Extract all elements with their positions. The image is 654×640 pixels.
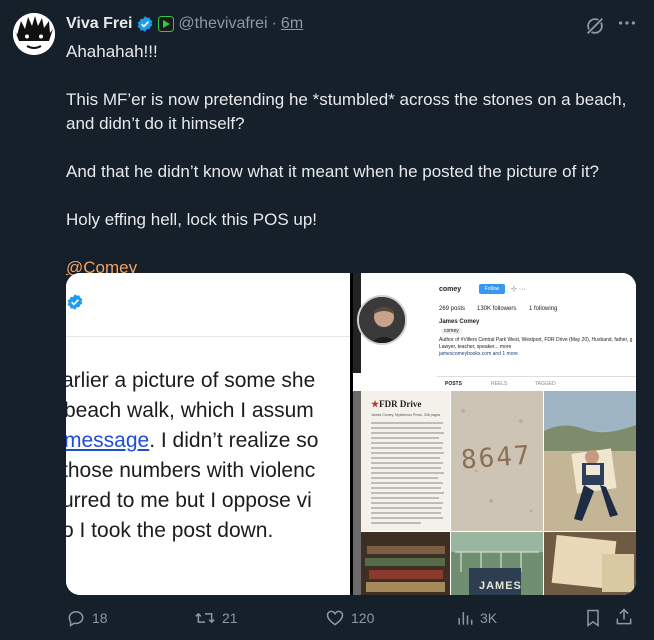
tweet-paragraph: Ahahahah!!! xyxy=(66,42,158,61)
timestamp[interactable]: 6m xyxy=(281,15,303,33)
instagram-bio: Lawyer, teacher, speaker... more xyxy=(439,344,512,350)
statement-line: message. I didn’t realize so xyxy=(66,429,319,452)
instagram-link: jamescomeybooks.com and 1 more xyxy=(439,351,518,357)
views-icon xyxy=(458,612,473,625)
instagram-following-count: 1 following xyxy=(529,306,558,312)
reply-count: 18 xyxy=(92,610,108,626)
share-icon xyxy=(616,608,632,625)
instagram-followers-count: 130K followers xyxy=(477,306,517,312)
photo-tile-sand-shells: 8647 xyxy=(451,391,543,531)
instagram-more: ⊹ ··· xyxy=(511,286,526,293)
divider xyxy=(437,376,636,377)
statement-link: message xyxy=(66,429,150,452)
tweet-media[interactable]: arlier a picture of some she beach walk,… xyxy=(66,273,636,595)
instagram-tab-posts: POSTS xyxy=(445,381,462,387)
instagram-follow-button: Follow xyxy=(479,284,505,294)
book-subtitle: James Comey, Mysterious Press, 336 pages xyxy=(371,413,441,417)
bookmark-button[interactable] xyxy=(584,608,602,633)
reply-icon xyxy=(68,610,84,627)
author-name[interactable]: Viva Frei xyxy=(66,15,132,33)
instagram-full-name: James Comey xyxy=(439,319,480,325)
like-action[interactable]: 120 xyxy=(325,608,374,628)
separator-dot: · xyxy=(271,15,277,32)
tweet-paragraph: This MF’er is now pretending he *stumble… xyxy=(66,90,627,133)
tweet-card: Viva Frei @thevivafrei · 6m Ahahahah!!! … xyxy=(0,0,654,640)
book-title: ★FDR Drive xyxy=(371,399,422,409)
sand-shell-numbers: 8647 xyxy=(460,440,533,476)
instagram-username: comey xyxy=(439,286,462,293)
instagram-tab-reels: REELS xyxy=(491,381,508,387)
author-handle[interactable]: @thevivafrei xyxy=(178,15,267,33)
heart-icon xyxy=(326,610,344,626)
statement-line: beach walk, which I assum xyxy=(66,399,314,422)
instagram-posts-count: 269 posts xyxy=(439,306,466,312)
instagram-threads-tag: comey xyxy=(441,328,462,334)
photo-tile xyxy=(353,391,361,595)
tweet-paragraph: Holy effing hell, lock this POS up! xyxy=(66,210,318,229)
review-text-lines xyxy=(371,422,444,524)
more-options-icon[interactable] xyxy=(614,12,640,38)
photo-tile-book-review: ★FDR Drive James Comey, Mysterious Press… xyxy=(361,391,450,531)
repost-count: 21 xyxy=(222,610,238,626)
statement-line: arlier a picture of some she xyxy=(66,369,316,392)
author-avatar[interactable] xyxy=(13,13,55,55)
bookmark-icon xyxy=(587,609,599,627)
statement-line: those numbers with violenc xyxy=(66,459,316,482)
statement-line: o I took the post down. xyxy=(66,519,274,542)
views-count: 3K xyxy=(480,610,498,626)
photo-tile-notes xyxy=(544,532,636,595)
views-action[interactable]: 3K xyxy=(456,608,497,628)
verified-badge-icon[interactable] xyxy=(136,15,154,33)
verified-badge-icon xyxy=(66,293,84,311)
grok-icon[interactable] xyxy=(584,15,606,37)
share-button[interactable] xyxy=(614,607,634,632)
photo-tile-beach-reader xyxy=(544,391,636,531)
book-spine-text: JAMES xyxy=(479,580,522,592)
like-count: 120 xyxy=(351,610,375,626)
repost-icon xyxy=(195,612,215,624)
media-screenshot-instagram[interactable]: comey Follow ⊹ ··· 269 posts 130K follow… xyxy=(353,273,636,595)
media-screenshot-statement[interactable]: arlier a picture of some she beach walk,… xyxy=(66,273,350,595)
reply-action[interactable]: 18 xyxy=(66,608,108,628)
statement-line: urred to me but I oppose vi xyxy=(66,489,312,512)
photo-tile-book-outdoor: JAMES xyxy=(451,532,543,595)
affiliate-badge-icon[interactable] xyxy=(158,16,175,32)
instagram-tab-tagged: TAGGED xyxy=(535,381,556,387)
tweet-text: Ahahahah!!! This MF’er is now pretending… xyxy=(66,40,636,304)
instagram-avatar xyxy=(357,295,407,345)
repost-action[interactable]: 21 xyxy=(194,608,238,628)
divider xyxy=(66,336,350,337)
tweet-paragraph: And that he didn’t know what it meant wh… xyxy=(66,162,600,181)
tweet-header: Viva Frei @thevivafrei · 6m xyxy=(66,13,303,35)
photo-tile-books xyxy=(361,532,450,595)
instagram-bio: Author of #Villers Central Park West, We… xyxy=(439,337,633,343)
